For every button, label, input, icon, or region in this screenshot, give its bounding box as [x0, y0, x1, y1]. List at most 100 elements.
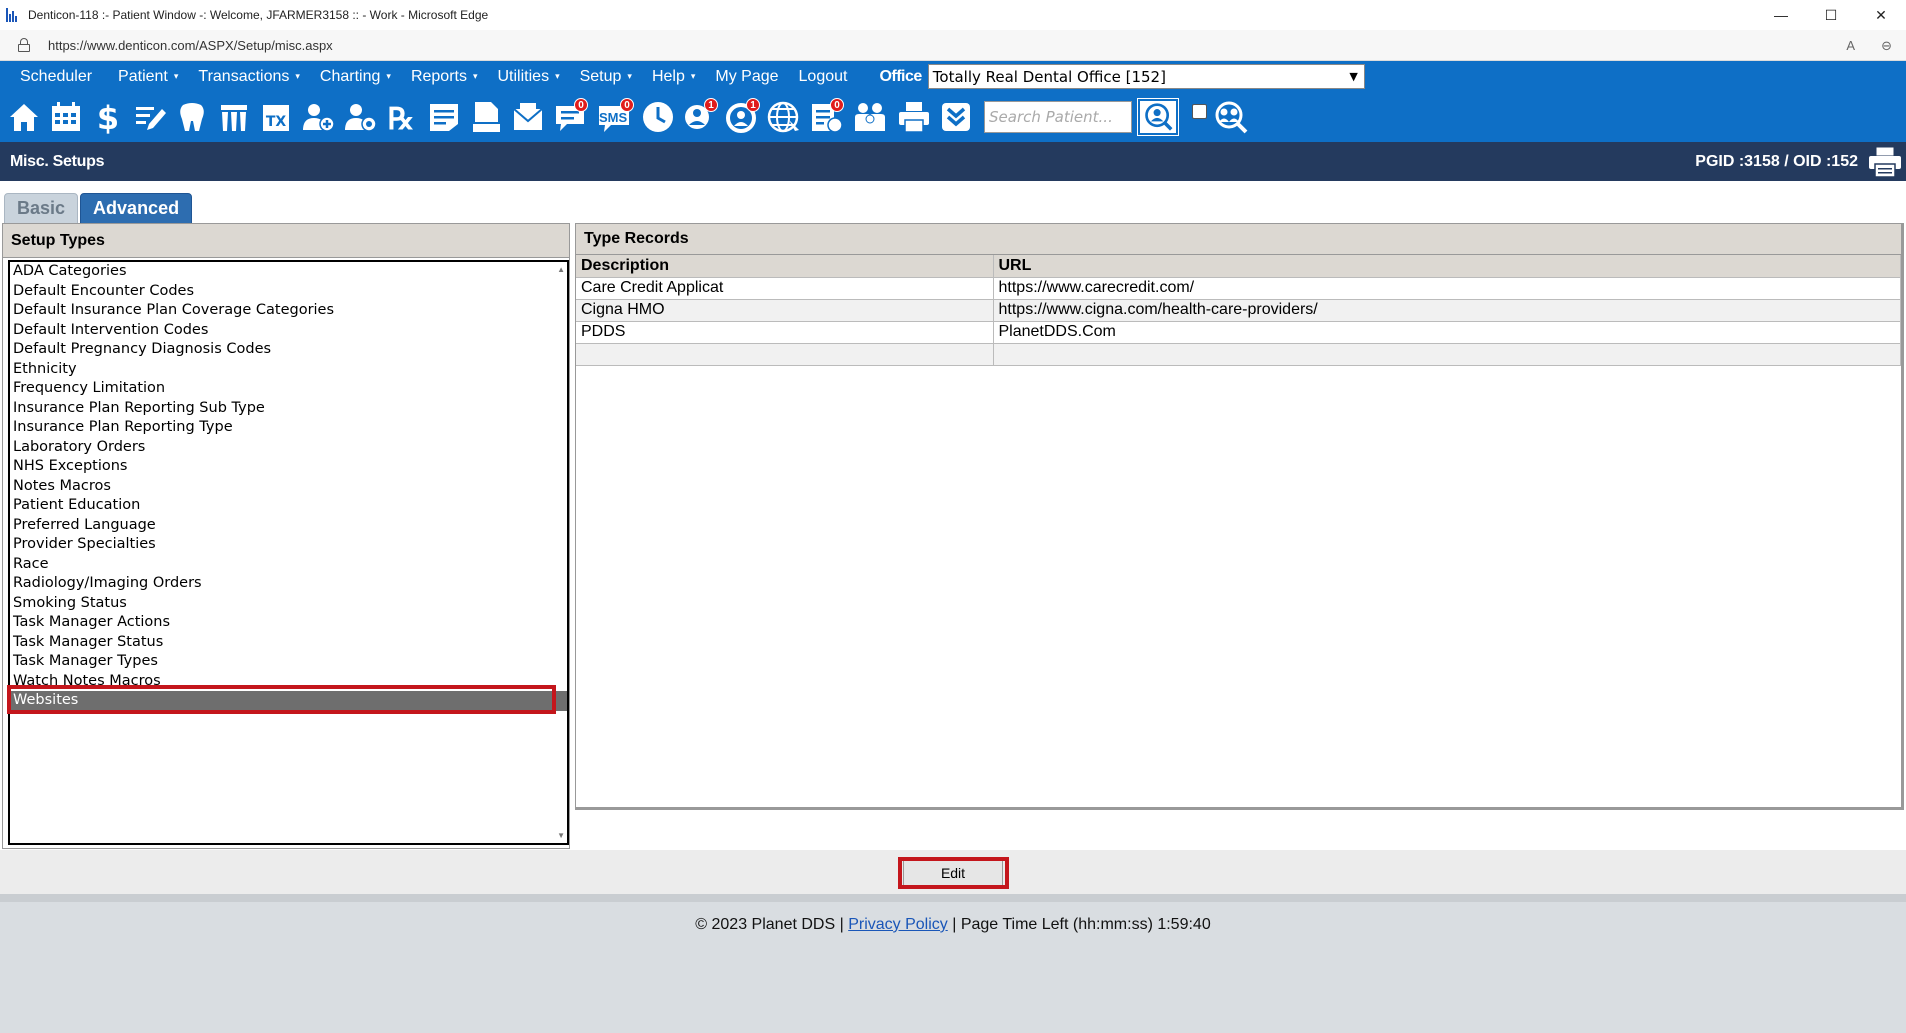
list-item[interactable]: Ethnicity — [10, 360, 567, 380]
setup-types-heading: Setup Types — [3, 224, 569, 258]
copyright-text: © 2023 Planet DDS | — [695, 916, 844, 933]
lock-icon[interactable] — [18, 38, 30, 52]
cell-url: https://www.cigna.com/health-care-provid… — [993, 299, 1901, 322]
mail-icon[interactable] — [510, 97, 546, 137]
list-item[interactable]: Laboratory Orders — [10, 438, 567, 458]
menu-scheduler[interactable]: Scheduler — [0, 61, 108, 92]
list-item[interactable]: Default Insurance Plan Coverage Categori… — [10, 301, 567, 321]
type-records-heading: Type Records — [576, 224, 1901, 255]
list-item[interactable]: Provider Specialties — [10, 535, 567, 555]
list-item[interactable]: ADA Categories — [10, 262, 567, 282]
close-button[interactable]: ✕ — [1856, 0, 1906, 30]
menu-patient[interactable]: Patient ▾ — [108, 61, 188, 92]
main-menu: Scheduler Patient ▾ Transactions ▾ Chartin… — [0, 61, 1906, 92]
privacy-policy-link[interactable]: Privacy Policy — [848, 916, 948, 933]
list-item[interactable]: Frequency Limitation — [10, 379, 567, 399]
messages-badge: 0 — [574, 98, 588, 112]
minimize-button[interactable]: — — [1756, 0, 1806, 30]
add-patient-icon[interactable] — [300, 97, 336, 137]
search-option-checkbox[interactable] — [1192, 104, 1207, 119]
group-search-icon[interactable] — [1213, 97, 1249, 137]
list-item[interactable]: Patient Education — [10, 496, 567, 516]
list-item[interactable]: Preferred Language — [10, 516, 567, 536]
table-row[interactable]: Care Credit Applicat https://www.carecre… — [576, 277, 1901, 300]
patient-alerts-icon[interactable]: 1 — [682, 97, 718, 137]
table-row[interactable]: Cigna HMO https://www.cigna.com/health-c… — [576, 299, 1901, 322]
list-item[interactable]: Smoking Status — [10, 594, 567, 614]
list-item[interactable]: Notes Macros — [10, 477, 567, 497]
calendar-icon[interactable] — [48, 97, 84, 137]
collapse-icon[interactable] — [938, 97, 974, 137]
menu-logout[interactable]: Logout — [789, 61, 858, 92]
menu-transactions[interactable]: Transactions ▾ — [188, 61, 310, 92]
sms-icon[interactable]: SMS 0 — [594, 97, 634, 137]
patient-search-input[interactable]: Search Patient... — [984, 101, 1132, 133]
table-row[interactable]: PDDS PlanetDDS.Com — [576, 321, 1901, 344]
list-item-selected[interactable]: Websites — [10, 691, 567, 711]
forms-icon[interactable]: 0 — [808, 97, 844, 137]
office-select[interactable]: Totally Real Dental Office [152] ▼ — [927, 64, 1365, 89]
url-field[interactable]: https://www.denticon.com/ASPX/Setup/misc… — [48, 38, 333, 53]
teeth-chart-icon[interactable] — [216, 97, 252, 137]
patient-search-button[interactable] — [1137, 98, 1179, 136]
prescription-icon[interactable]: ℞ — [384, 97, 420, 137]
list-item[interactable]: Task Manager Status — [10, 633, 567, 653]
list-item[interactable]: NHS Exceptions — [10, 457, 567, 477]
menu-charting[interactable]: Charting ▾ — [310, 61, 401, 92]
table-row-empty[interactable] — [576, 343, 1901, 366]
scroll-up-arrow-icon[interactable]: ▲ — [557, 265, 565, 274]
sms-badge: 0 — [620, 98, 634, 112]
list-item[interactable]: Insurance Plan Reporting Sub Type — [10, 399, 567, 419]
tab-advanced[interactable]: Advanced — [80, 193, 193, 224]
list-item[interactable]: Default Intervention Codes — [10, 321, 567, 341]
family-icon[interactable] — [850, 97, 890, 137]
chevron-down-icon: ▾ — [173, 71, 179, 81]
globe-icon[interactable] — [766, 97, 802, 137]
menu-setup[interactable]: Setup ▾ — [570, 61, 642, 92]
chevron-down-icon: ▾ — [627, 71, 632, 81]
list-item[interactable]: Insurance Plan Reporting Type — [10, 418, 567, 438]
notes-icon[interactable] — [426, 97, 462, 137]
cell-url: https://www.carecredit.com/ — [993, 277, 1901, 300]
clock-icon[interactable] — [640, 97, 676, 137]
dropdown-arrow-icon: ▼ — [1349, 70, 1358, 83]
list-item[interactable]: Race — [10, 555, 567, 575]
office-label: Office — [879, 67, 922, 85]
menu-help[interactable]: Help ▾ — [642, 61, 705, 92]
tasks-badge: 1 — [746, 98, 760, 112]
address-bar: https://www.denticon.com/ASPX/Setup/misc… — [0, 30, 1906, 61]
menu-utilities[interactable]: Utilities ▾ — [488, 61, 570, 92]
print-page-icon[interactable] — [1868, 146, 1902, 178]
list-item[interactable]: Task Manager Actions — [10, 613, 567, 633]
document-icon[interactable] — [468, 97, 504, 137]
menu-my-page[interactable]: My Page — [705, 61, 788, 92]
page-time-left: Page Time Left (hh:mm:ss) 1:59:40 — [960, 916, 1211, 933]
print-icon[interactable] — [896, 97, 932, 137]
list-item[interactable]: Default Pregnancy Diagnosis Codes — [10, 340, 567, 360]
setup-tabs: Basic Advanced — [4, 193, 193, 224]
chevron-down-icon: ▾ — [690, 71, 696, 81]
tab-basic[interactable]: Basic — [4, 193, 79, 224]
read-aloud-icon[interactable]: A — [1846, 38, 1855, 53]
dollar-icon[interactable]: $ — [90, 97, 126, 137]
home-icon[interactable] — [6, 97, 42, 137]
patient-settings-icon[interactable] — [342, 97, 378, 137]
cell-url: PlanetDDS.Com — [993, 321, 1901, 344]
tasks-icon[interactable]: 1 — [724, 97, 760, 137]
messages-icon[interactable]: 0 — [552, 97, 588, 137]
zoom-icon[interactable]: ⊖ — [1881, 38, 1892, 54]
edit-notes-icon[interactable] — [132, 97, 168, 137]
cell-description: Care Credit Applicat — [576, 277, 994, 300]
treatment-icon[interactable]: TX — [258, 97, 294, 137]
list-item[interactable]: Watch Notes Macros — [10, 672, 567, 692]
list-item[interactable]: Radiology/Imaging Orders — [10, 574, 567, 594]
list-item[interactable]: Default Encounter Codes — [10, 282, 567, 302]
setup-types-list[interactable]: ADA Categories Default Encounter Codes D… — [8, 260, 569, 845]
svg-text:TX: TX — [266, 114, 287, 130]
tooth-icon[interactable] — [174, 97, 210, 137]
list-item[interactable]: Task Manager Types — [10, 652, 567, 672]
maximize-button[interactable]: ☐ — [1806, 0, 1856, 30]
edit-button[interactable]: Edit — [903, 860, 1003, 886]
scroll-down-arrow-icon[interactable]: ▼ — [557, 831, 565, 840]
menu-reports[interactable]: Reports ▾ — [401, 61, 488, 92]
